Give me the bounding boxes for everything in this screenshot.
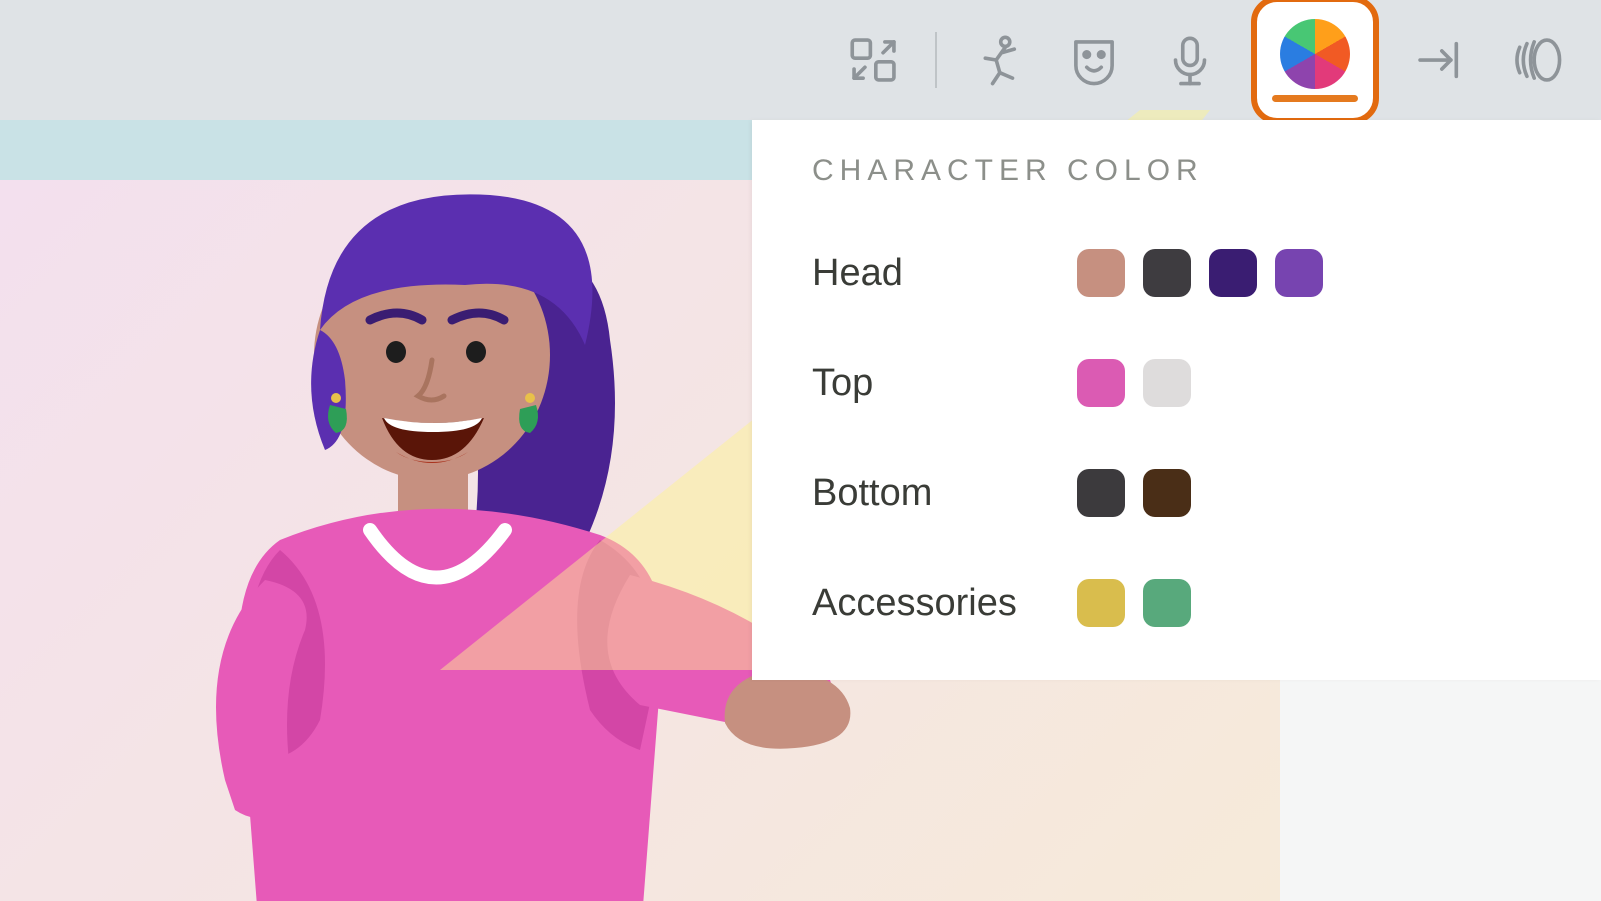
toolbar-separator: [935, 32, 937, 88]
swatch-group: [1077, 249, 1323, 297]
color-wheel-icon: [1280, 19, 1350, 89]
motion-path-button[interactable]: [1501, 25, 1571, 95]
swatch-bottom-0[interactable]: [1077, 469, 1125, 517]
swatch-head-2[interactable]: [1209, 249, 1257, 297]
swatch-acc-1[interactable]: [1143, 579, 1191, 627]
swatch-head-0[interactable]: [1077, 249, 1125, 297]
pose-button[interactable]: [963, 25, 1033, 95]
swatch-group: [1077, 579, 1191, 627]
swatch-head-1[interactable]: [1143, 249, 1191, 297]
swatch-top-1[interactable]: [1143, 359, 1191, 407]
row-label: Head: [812, 252, 1077, 295]
color-row-top: Top: [812, 328, 1541, 438]
expression-button[interactable]: [1059, 25, 1129, 95]
color-row-head: Head: [812, 218, 1541, 328]
swatch-acc-0[interactable]: [1077, 579, 1125, 627]
swatch-top-0[interactable]: [1077, 359, 1125, 407]
swap-icon: [845, 31, 903, 89]
enter-button[interactable]: [1405, 25, 1475, 95]
run-icon: [969, 31, 1027, 89]
color-row-accessories: Accessories: [812, 548, 1541, 658]
swatch-group: [1077, 359, 1191, 407]
swatch-head-3[interactable]: [1275, 249, 1323, 297]
swatch-bottom-1[interactable]: [1143, 469, 1191, 517]
active-tool-underline: [1272, 95, 1358, 102]
character-color-panel: CHARACTER COLOR Head Top Bottom Accessor…: [752, 120, 1601, 680]
enter-icon: [1411, 31, 1469, 89]
mask-icon: [1065, 31, 1123, 89]
voice-button[interactable]: [1155, 25, 1225, 95]
row-label: Top: [812, 362, 1077, 405]
color-button[interactable]: [1251, 0, 1379, 124]
row-label: Bottom: [812, 472, 1077, 515]
motion-icon: [1507, 31, 1565, 89]
color-row-bottom: Bottom: [812, 438, 1541, 548]
swap-button[interactable]: [839, 25, 909, 95]
row-label: Accessories: [812, 582, 1077, 625]
swatch-group: [1077, 469, 1191, 517]
mic-icon: [1161, 31, 1219, 89]
panel-title: CHARACTER COLOR: [812, 154, 1541, 188]
toolbar: [0, 0, 1601, 120]
